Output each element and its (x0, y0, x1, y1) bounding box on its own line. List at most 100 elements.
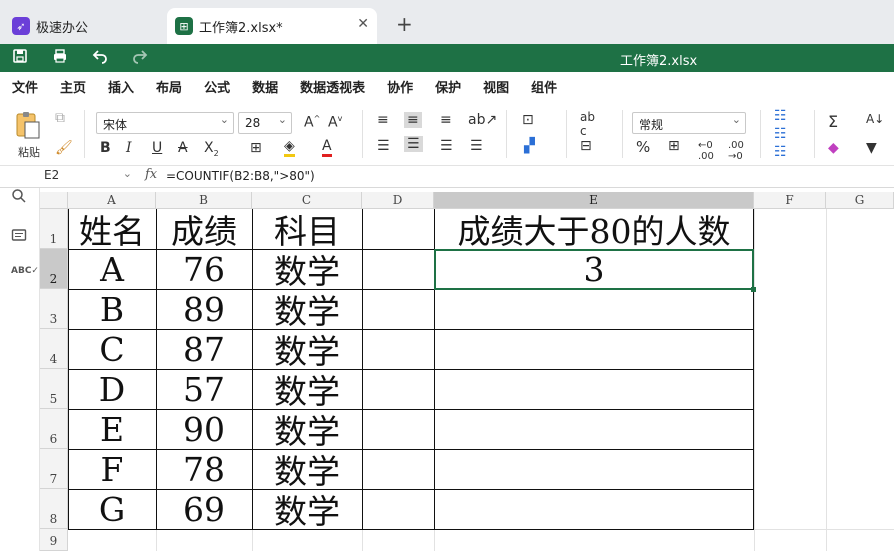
cell-B2[interactable]: 76 (156, 249, 252, 289)
increase-decimal-icon[interactable]: ←0.00 (698, 140, 714, 162)
cell-C4[interactable]: 数学 (252, 329, 362, 371)
align-top-icon[interactable]: ≡ (377, 112, 389, 128)
menu-collaborate[interactable]: 协作 (387, 77, 413, 96)
cell-A5[interactable]: D (68, 369, 156, 409)
cell-A3[interactable]: B (68, 289, 156, 329)
justify-icon[interactable]: ☰ (470, 138, 483, 154)
wrap-text-icon[interactable]: ⊡ (522, 112, 534, 128)
subscript-icon[interactable]: X2 (204, 140, 219, 158)
tab-app-home[interactable]: ➶ 极速办公 (4, 8, 160, 44)
copy-icon[interactable]: ⧉ (55, 110, 65, 126)
cell-A7[interactable]: F (68, 449, 156, 489)
fill-color-icon[interactable]: ◈ (284, 138, 295, 157)
cell-B4[interactable]: 87 (156, 329, 252, 369)
cell-B7[interactable]: 78 (156, 449, 252, 489)
cell-C7[interactable]: 数学 (252, 449, 362, 491)
menu-formula[interactable]: 公式 (204, 77, 230, 96)
font-size-select[interactable]: 28 (238, 112, 292, 134)
cell-B8[interactable]: 69 (156, 489, 252, 529)
cell-A4[interactable]: C (68, 329, 156, 369)
name-box[interactable]: E2 (40, 167, 136, 186)
currency-icon[interactable]: ⊞ (668, 138, 680, 154)
border-icon[interactable]: ⊞ (250, 140, 262, 156)
align-center-icon[interactable]: ☰ (404, 136, 423, 152)
merge-cells-icon[interactable]: ⊟ (580, 138, 592, 154)
align-bottom-icon[interactable]: ≡ (440, 112, 452, 128)
tab-workbook[interactable]: ⊞ 工作簿2.xlsx* ✕ (167, 8, 377, 44)
increase-font-icon[interactable]: A^ (304, 114, 320, 131)
cell-C2[interactable]: 数学 (252, 249, 362, 291)
row-header-2[interactable]: 2 (40, 249, 68, 289)
sort-icon[interactable]: A↓ (866, 112, 884, 126)
cell-A8[interactable]: G (68, 489, 156, 529)
redo-icon[interactable] (132, 48, 148, 68)
align-left-icon[interactable]: ☰ (377, 138, 390, 154)
spellcheck-icon[interactable]: ab c (580, 110, 595, 138)
cell-A1[interactable]: 姓名 (68, 209, 156, 251)
cell-E1[interactable]: 成绩大于80的人数 (434, 209, 754, 251)
row-header-3[interactable]: 3 (40, 289, 68, 329)
row-header-1[interactable]: 1 (40, 209, 68, 249)
paste-button[interactable] (14, 110, 42, 144)
menu-insert[interactable]: 插入 (108, 77, 134, 96)
italic-icon[interactable]: I (126, 140, 132, 156)
font-color-icon[interactable]: A (322, 138, 332, 157)
row-header-4[interactable]: 4 (40, 329, 68, 369)
decrease-decimal-icon[interactable]: .00 →0 (728, 140, 744, 162)
select-all-corner[interactable] (40, 192, 68, 209)
row-header-6[interactable]: 6 (40, 409, 68, 449)
row-header-5[interactable]: 5 (40, 369, 68, 409)
spellcheck-icon[interactable]: ABC✓ (11, 266, 39, 276)
menu-data[interactable]: 数据 (252, 77, 278, 96)
format-cells-icon[interactable]: ☷ (774, 144, 787, 160)
cell-B3[interactable]: 89 (156, 289, 252, 329)
row-header-9[interactable]: 9 (40, 529, 68, 551)
cell-C1[interactable]: 科目 (252, 209, 362, 251)
cell-B6[interactable]: 90 (156, 409, 252, 449)
cell-A6[interactable]: E (68, 409, 156, 449)
save-icon[interactable] (12, 48, 28, 68)
cell-style-icon[interactable]: ▞ (524, 138, 535, 154)
search-icon[interactable] (11, 188, 27, 208)
column-header-F[interactable]: F (754, 192, 826, 209)
cell-B5[interactable]: 57 (156, 369, 252, 409)
row-header-8[interactable]: 8 (40, 489, 68, 529)
cell-A2[interactable]: A (68, 249, 156, 289)
format-painter-icon[interactable]: 🖌 (55, 140, 73, 156)
cell-C5[interactable]: 数学 (252, 369, 362, 411)
print-icon[interactable] (52, 48, 68, 68)
menu-home[interactable]: 主页 (60, 77, 87, 102)
clear-icon[interactable]: ◆ (828, 140, 839, 156)
text-orientation-icon[interactable]: ab↗ (468, 112, 497, 128)
function-icon[interactable]: fx (145, 167, 157, 182)
strikethrough-icon[interactable]: A (178, 140, 188, 156)
align-right-icon[interactable]: ☰ (440, 138, 453, 154)
close-icon[interactable]: ✕ (357, 16, 369, 32)
comment-icon[interactable] (11, 228, 27, 248)
new-tab-icon[interactable]: + (396, 12, 413, 36)
column-header-D[interactable]: D (362, 192, 434, 209)
cell-C3[interactable]: 数学 (252, 289, 362, 331)
cell-C8[interactable]: 数学 (252, 489, 362, 531)
menu-protect[interactable]: 保护 (435, 77, 461, 96)
number-format-select[interactable]: 常规 (632, 112, 746, 134)
menu-layout[interactable]: 布局 (156, 77, 182, 96)
spreadsheet-grid[interactable]: A B C D E F G 1 2 3 4 5 6 7 8 9 姓名 成绩 科目… (40, 188, 894, 551)
row-header-7[interactable]: 7 (40, 449, 68, 489)
decrease-font-icon[interactable]: Av (328, 114, 342, 131)
menu-view[interactable]: 视图 (483, 77, 509, 96)
align-middle-icon[interactable]: ≡ (404, 112, 422, 128)
underline-icon[interactable]: U (152, 140, 162, 156)
menu-plugins[interactable]: 组件 (531, 77, 557, 96)
autosum-icon[interactable]: Σ (828, 112, 838, 131)
percent-icon[interactable]: % (636, 138, 650, 156)
menu-file[interactable]: 文件 (12, 77, 38, 96)
filter-icon[interactable]: ▼ (866, 140, 877, 156)
cell-C6[interactable]: 数学 (252, 409, 362, 451)
formula-input[interactable]: =COUNTIF(B2:B8,">80") (166, 169, 315, 183)
undo-icon[interactable] (92, 48, 108, 68)
delete-cells-icon[interactable]: ☷ (774, 126, 787, 142)
menu-pivot-table[interactable]: 数据透视表 (300, 77, 365, 96)
insert-cells-icon[interactable]: ☷ (774, 108, 787, 124)
cell-B1[interactable]: 成绩 (156, 209, 252, 251)
